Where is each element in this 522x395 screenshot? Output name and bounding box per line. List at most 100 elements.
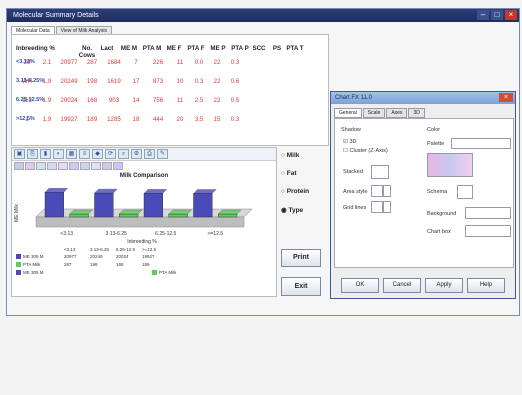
background-select[interactable] — [465, 207, 511, 219]
rotate-icon[interactable]: ⟳ — [105, 149, 116, 159]
copy-icon[interactable]: ⎘ — [27, 149, 38, 159]
legend-table-header: 6.25-12.5 — [116, 247, 136, 252]
dialog-tab-general[interactable]: General — [334, 108, 362, 118]
stacked-select[interactable] — [371, 165, 389, 179]
column-header[interactable]: PTA F — [186, 45, 206, 59]
table-row[interactable]: 3.13-6.25% WH 1.9 20249 198 1619 17 873 10 0.3 22 0… — [16, 78, 244, 85]
palette-swatch[interactable] — [91, 162, 101, 170]
palette-swatch[interactable] — [47, 162, 57, 170]
option-milk[interactable]: ○ Milk — [281, 152, 309, 159]
column-header[interactable]: PTA P — [230, 45, 250, 59]
area-style-dropdown[interactable] — [383, 185, 391, 197]
palette-swatch[interactable] — [102, 162, 112, 170]
row-label: 6.25-12.5% — [16, 97, 45, 103]
tools-icon[interactable]: ✎ — [157, 149, 168, 159]
window-title: Molecular Summary Details — [13, 12, 99, 19]
table-cell: 22 — [213, 97, 221, 104]
dialog-tab-scale[interactable]: Scale — [362, 108, 386, 118]
bar-top — [118, 209, 143, 215]
dialog-apply-button[interactable]: Apply — [425, 278, 463, 293]
option-fat[interactable]: ○ Fat — [281, 170, 309, 177]
table-row[interactable]: <3.13% 28 2.1 20977 287 1684 7 226 11 0.0 22 0.3 — [16, 59, 244, 66]
x-tick-label: 3.13-6.25 — [106, 231, 127, 237]
palette-icon[interactable]: ◐ — [53, 149, 64, 159]
option-protein[interactable]: ○ Protein — [281, 188, 309, 195]
zoom-icon[interactable]: ⌕ — [118, 149, 129, 159]
grid-lines-dropdown[interactable] — [383, 201, 391, 213]
table-cell: 0.5 — [230, 97, 240, 104]
option-type[interactable]: ◉ Type — [281, 206, 309, 214]
column-header[interactable]: ME F — [162, 45, 186, 59]
dialog-close-icon[interactable]: × — [499, 93, 513, 102]
palette-swatch[interactable] — [69, 162, 79, 170]
table-cell: 1285 — [107, 116, 121, 123]
palette-swatch[interactable] — [58, 162, 68, 170]
column-header[interactable]: PTA M — [142, 45, 162, 59]
bar-pta-milk — [218, 213, 238, 218]
palette-swatch[interactable] — [80, 162, 90, 170]
column-header[interactable]: No. Cows — [76, 45, 98, 59]
dialog-help-button[interactable]: Help — [467, 278, 505, 293]
column-header[interactable]: SCC — [250, 45, 268, 59]
save-icon[interactable]: ▣ — [14, 149, 25, 159]
shadow-option-cluster[interactable]: ☐ Cluster (Z-Axis) — [343, 148, 388, 154]
grid-lines-select[interactable] — [371, 201, 383, 213]
row-label: 3.13-6.25% — [16, 78, 45, 84]
grid-icon[interactable]: ▦ — [66, 149, 77, 159]
exit-button[interactable]: Exit — [281, 277, 321, 296]
palette-select[interactable] — [451, 138, 511, 149]
print-button[interactable]: Print — [281, 249, 321, 267]
dialog-title-bar: Chart FX 11.0 × — [331, 92, 515, 104]
legend-table-cell: 189 — [142, 262, 150, 267]
legend-table-cell: 287 — [64, 262, 72, 267]
table-row[interactable]: >12.5% 1 1.9 19927 189 1285 18 444 20 3.5 15 0.3 — [16, 116, 244, 123]
dialog-tab-3d[interactable]: 3D — [408, 108, 425, 118]
properties-icon[interactable]: ⚙ — [131, 149, 142, 159]
dialog-ok-button[interactable]: OK — [341, 278, 379, 293]
shadow-option-3d[interactable]: ☑ 3D — [343, 139, 357, 145]
legend-table-header: <3.13 — [64, 247, 76, 252]
background-label: Background — [427, 211, 457, 217]
column-header[interactable]: Lact — [98, 45, 116, 59]
bar-top — [69, 209, 93, 215]
column-header[interactable]: PTA T — [286, 45, 304, 59]
option-label: Milk — [286, 152, 300, 159]
dialog-tab-axes[interactable]: Axes — [386, 108, 408, 118]
table-cell: 756 — [152, 97, 164, 104]
column-header[interactable]: Inbreeding % — [16, 45, 76, 59]
legend-icon[interactable]: ≡ — [79, 149, 90, 159]
schema-select[interactable] — [457, 185, 473, 199]
palette-swatch[interactable] — [25, 162, 35, 170]
legend-table-cell: 198 — [90, 262, 98, 267]
bar-chart: ME Milk <3.13 3.13-6.25 6.25-12.5 >=12.5 Inbr… — [14, 188, 253, 275]
column-header[interactable]: ME M — [116, 45, 142, 59]
palette-swatch[interactable] — [14, 162, 24, 170]
column-header[interactable]: ME P — [206, 45, 230, 59]
bar-top — [94, 188, 118, 194]
minimize-icon[interactable]: – — [477, 10, 489, 20]
close-icon[interactable]: × — [505, 10, 517, 20]
print-icon[interactable]: ⎙ — [144, 149, 155, 159]
table-cell: 903 — [108, 97, 120, 104]
palette-swatch[interactable] — [36, 162, 46, 170]
legend-table-cell: 20249 — [90, 254, 103, 259]
row-label: >12.5% — [16, 116, 35, 122]
palette-swatch[interactable] — [113, 162, 123, 170]
option-label: Protein — [286, 188, 310, 195]
table-cell: 10 — [176, 78, 184, 85]
3d-icon[interactable]: ◆ — [92, 149, 103, 159]
bar-me-305-m — [94, 192, 114, 218]
stacked-label: Stacked — [343, 169, 363, 175]
dialog-cancel-button[interactable]: Cancel — [383, 278, 421, 293]
column-header[interactable]: PS — [268, 45, 286, 59]
bar-top — [168, 209, 192, 215]
table-cell: 15 — [213, 116, 221, 123]
table-row[interactable]: 6.25-12.5% 112 1.9 20024 168 903 14 756 11 2.5 22 0… — [16, 97, 244, 104]
chart-box-select[interactable] — [465, 225, 511, 237]
chart-type-icon[interactable]: ▮ — [40, 149, 51, 159]
option-label: Type — [288, 207, 304, 214]
table-cell: 168 — [86, 97, 98, 104]
area-style-select[interactable] — [371, 185, 383, 197]
schema-label: Schema — [427, 189, 448, 195]
maximize-icon[interactable]: □ — [491, 10, 503, 20]
